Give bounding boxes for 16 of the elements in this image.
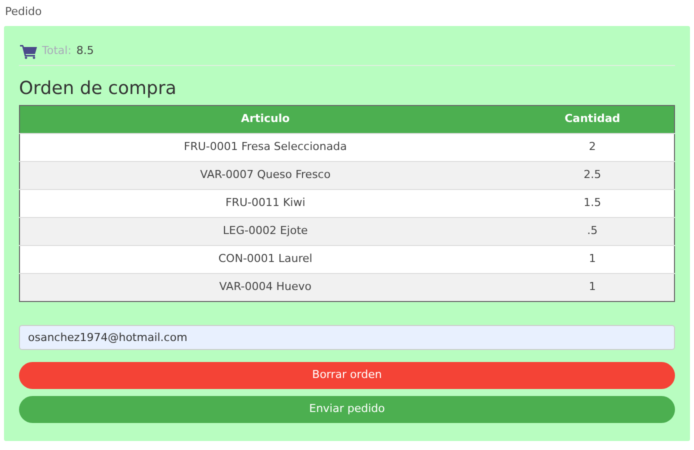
send-order-button[interactable]: Enviar pedido: [19, 396, 675, 423]
table-cell: 2.5: [510, 161, 674, 190]
column-header: Articulo: [20, 105, 511, 134]
page-title: Pedido: [4, 4, 43, 20]
delete-order-button[interactable]: Borrar orden: [19, 362, 675, 389]
total-label: Total:: [42, 43, 72, 60]
table-cell: .5: [510, 217, 674, 246]
total-value: 8.5: [76, 43, 94, 60]
cart-icon: [20, 44, 37, 58]
email-field[interactable]: osanchez1974@hotmail.com: [19, 324, 675, 350]
table-cell: VAR-0004 Huevo: [20, 273, 511, 302]
column-header: Cantidad: [510, 105, 674, 134]
section-title: Orden de compra: [19, 78, 178, 100]
table-cell: LEG-0002 Ejote: [20, 217, 511, 246]
table-cell: 1: [510, 273, 674, 302]
table-cell: VAR-0007 Queso Fresco: [20, 161, 511, 190]
